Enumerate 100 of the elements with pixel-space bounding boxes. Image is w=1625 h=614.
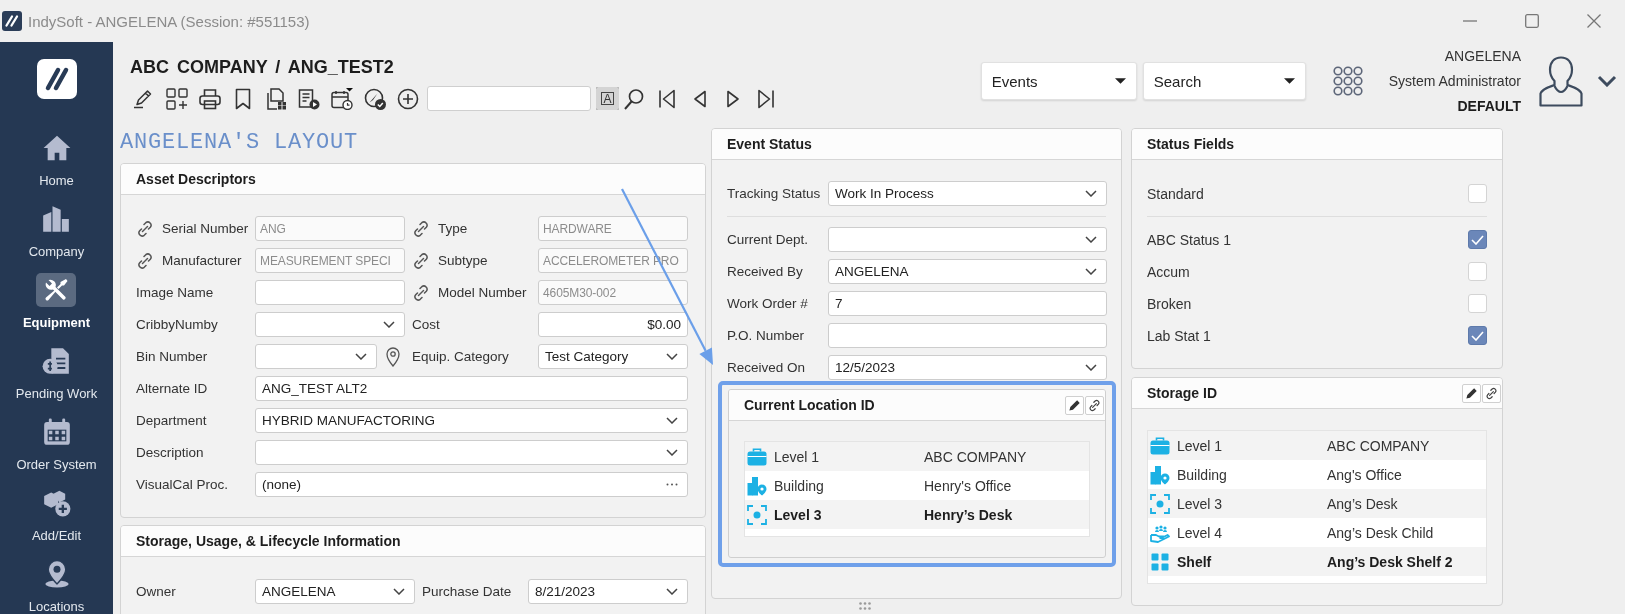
resize-grip-icon[interactable] (859, 602, 871, 610)
link-icon[interactable] (412, 219, 430, 238)
edit-button[interactable] (1462, 383, 1481, 403)
maximize-icon[interactable] (1525, 14, 1539, 28)
browse-field[interactable]: (none) (255, 472, 688, 497)
table-cell-text: Ang’s Desk Child (1327, 524, 1435, 541)
document-play-icon[interactable] (298, 87, 320, 110)
text-field[interactable]: $0.00 (538, 312, 688, 337)
dropdown-field[interactable]: Test Category (538, 344, 688, 369)
table-cell-text: Henry’s Desk (924, 506, 1014, 523)
link-icon (1485, 386, 1498, 400)
nav-item[interactable]: Locations (28, 557, 85, 614)
dropdown-field[interactable] (828, 227, 1107, 252)
checkbox[interactable] (1468, 326, 1487, 345)
location-row[interactable]: Building Henry's Office (745, 471, 1089, 500)
search-icon[interactable] (623, 87, 645, 110)
search-field[interactable] (427, 86, 591, 111)
checkbox[interactable] (1468, 230, 1487, 249)
dropdown-field[interactable]: HYBRID MANUFACTORING (255, 408, 688, 433)
panel-title: Storage, Usage, & Lifecycle Information (136, 533, 401, 549)
map-pin-icon[interactable] (386, 346, 400, 367)
ellipsis-icon[interactable] (666, 483, 678, 486)
chevron-down-icon (355, 353, 367, 360)
table-cell-text: ABC COMPANY (924, 448, 1028, 465)
window-title: IndySoft - ANGELENA (Session: #551153) (28, 12, 310, 30)
apps-grid-icon[interactable] (1332, 66, 1363, 96)
chevron-down-icon (1085, 190, 1097, 197)
record-title: ABC COMPANY / ANG_TEST2 (130, 57, 395, 77)
dropdown[interactable]: Events (980, 62, 1137, 100)
field-label: Bin Number (136, 349, 208, 364)
last-record-icon[interactable] (755, 87, 777, 110)
link-icon[interactable] (412, 283, 430, 302)
text-field[interactable] (828, 323, 1107, 348)
gauge-check-icon[interactable] (364, 87, 386, 110)
field-label: Type (438, 221, 468, 236)
calendar-clock-icon[interactable] (331, 87, 353, 110)
nav-item[interactable]: Add/Edit (31, 486, 82, 557)
table-cell-text: ABC COMPANY (1327, 437, 1431, 454)
link-button[interactable] (1085, 395, 1104, 415)
field-label: Received On (727, 360, 807, 375)
checkbox-label: ABC Status 1 (1147, 231, 1232, 248)
dropdown-field[interactable]: ANGELENA (828, 259, 1107, 284)
chevron-down-icon (666, 417, 678, 424)
panel-title: Current Location ID (744, 397, 875, 413)
location-row[interactable]: Level 1 ABC COMPANY (1148, 431, 1486, 460)
close-icon[interactable] (1587, 14, 1601, 28)
checkmark-icon (1471, 330, 1484, 341)
link-icon[interactable] (412, 251, 430, 270)
target-icon (747, 504, 767, 525)
dropdown[interactable]: Search (1142, 62, 1306, 100)
nav-item[interactable]: Company (28, 202, 85, 273)
nav-item[interactable]: Equipment (22, 273, 91, 344)
table-cell-text: Level 3 (774, 506, 823, 523)
checkbox-label: Accum (1147, 263, 1190, 280)
dropdown-field[interactable] (255, 344, 377, 369)
widgets-plus-icon[interactable] (166, 87, 188, 110)
documents-icon[interactable] (265, 87, 287, 110)
dropdown-field[interactable]: ANGELENA (255, 579, 415, 604)
location-row[interactable]: Level 1 ABC COMPANY (745, 442, 1089, 471)
panel-title: Asset Descriptors (136, 171, 256, 187)
field-label: Image Name (136, 285, 214, 300)
field-label: Tracking Status (727, 186, 822, 201)
plus-circle-icon[interactable] (397, 87, 419, 110)
user-avatar-icon[interactable] (1539, 55, 1583, 107)
logo-icon[interactable] (36, 59, 77, 99)
link-button[interactable] (1482, 383, 1501, 403)
building-pin-icon (747, 475, 767, 496)
location-row[interactable]: Level 3 Ang’s Desk (1148, 489, 1486, 518)
toggle-button[interactable]: A (596, 87, 619, 110)
link-icon[interactable] (136, 251, 154, 270)
nav-item[interactable]: Pending Work (15, 344, 98, 415)
chevron-down-icon[interactable] (1597, 75, 1617, 87)
boxes-plus-icon (42, 489, 71, 517)
text-field[interactable]: ANG_TEST ALT2 (255, 376, 688, 401)
nav-item[interactable]: Order System (16, 415, 97, 486)
dropdown-field[interactable] (255, 440, 688, 465)
field-label: Manufacturer (162, 253, 242, 268)
location-row[interactable]: Level 4 Ang’s Desk Child (1148, 518, 1486, 547)
location-row[interactable]: Building Ang's Office (1148, 460, 1486, 489)
location-row[interactable]: Shelf Ang’s Desk Shelf 2 (1148, 547, 1486, 576)
home-icon (42, 134, 71, 162)
table-cell-text: Ang's Office (1327, 466, 1403, 483)
nav-item[interactable]: Home (39, 131, 74, 202)
field-label: Cost (412, 317, 440, 332)
field-label: Received By (727, 264, 804, 279)
target-icon (1150, 493, 1170, 514)
link-icon[interactable] (136, 219, 154, 238)
text-field[interactable] (255, 280, 405, 305)
table-cell-text: Ang’s Desk (1327, 495, 1399, 512)
printer-icon[interactable] (199, 87, 221, 110)
dropdown-field[interactable] (255, 312, 405, 337)
chevron-down-icon (393, 588, 405, 595)
first-record-icon[interactable] (656, 87, 678, 110)
dropdown-field[interactable]: Work In Process (828, 181, 1107, 206)
text-field[interactable]: 7 (828, 291, 1107, 316)
location-row[interactable]: Level 3 Henry’s Desk (745, 500, 1089, 529)
dropdown-field[interactable]: 12/5/2023 (828, 355, 1107, 380)
dropdown-field[interactable]: 8/21/2023 (528, 579, 688, 604)
checkbox-label: Lab Stat 1 (1147, 327, 1211, 344)
edit-button[interactable] (1065, 395, 1084, 415)
